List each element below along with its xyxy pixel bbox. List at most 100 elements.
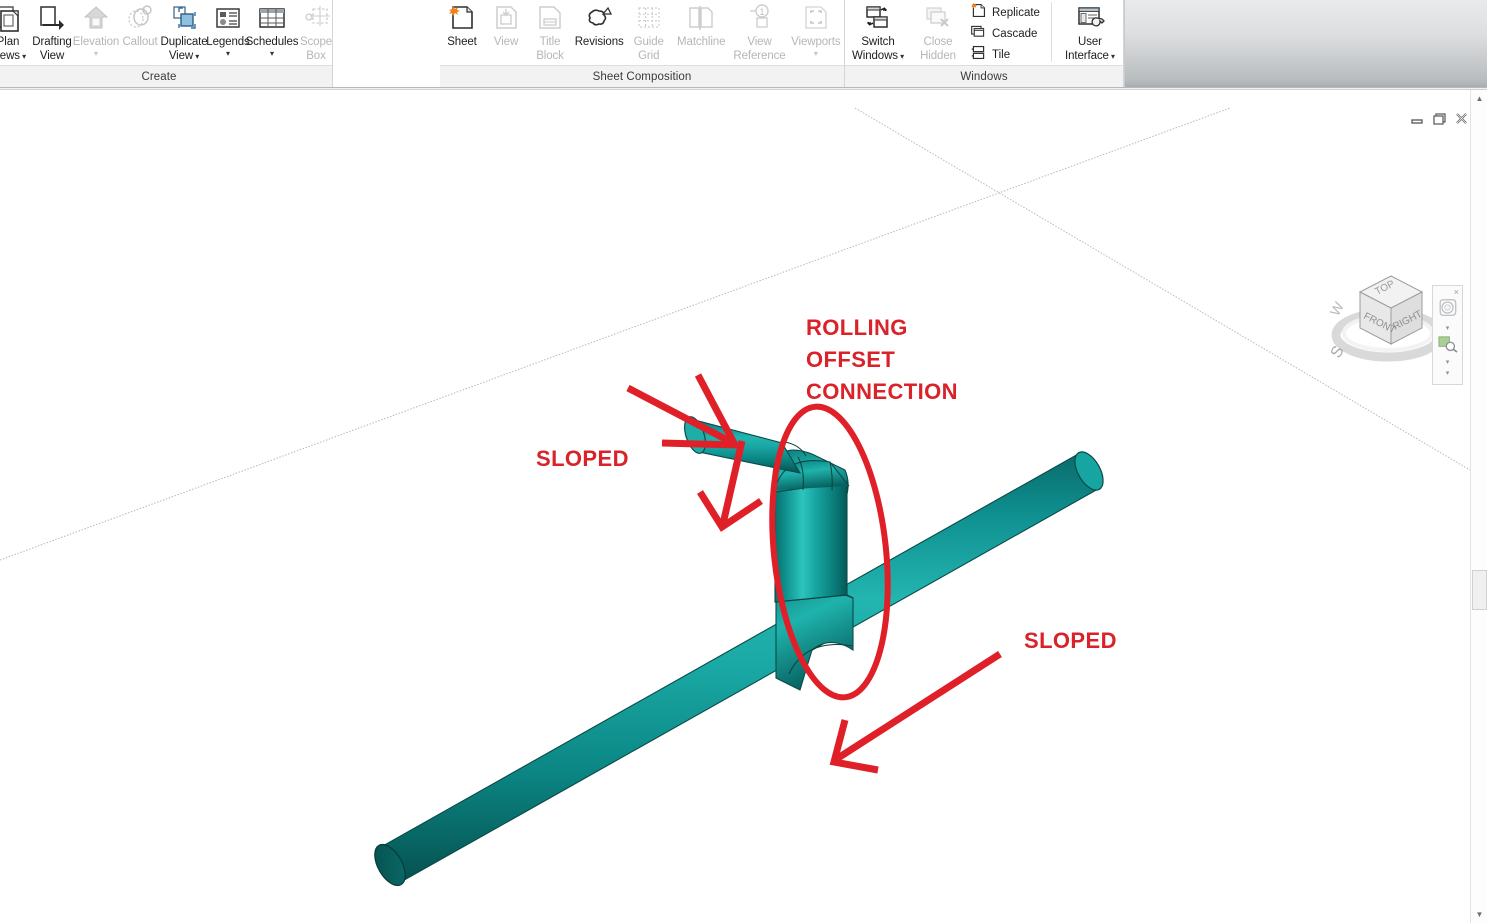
ribbon-button-revisions[interactable]: Revisions [572, 0, 626, 50]
ribbon-button-label: Scope Box [299, 36, 333, 62]
ribbon-panel-sheet-composition: Sheet View Title Block Revisions Guide G… [440, 0, 845, 87]
scrollbar-up-arrow[interactable]: ▲ [1471, 90, 1487, 107]
minimize-view-button[interactable] [1410, 112, 1425, 126]
ribbon-button-label: Callout [122, 36, 158, 48]
ribbon-button-elevation[interactable]: Elevation ▾ [72, 0, 120, 57]
ribbon-button-plan-views[interactable]: Plan Views ▾ [0, 0, 30, 63]
ribbon-button-label: Revisions [574, 36, 624, 48]
ribbon-button-view[interactable]: View [484, 0, 528, 50]
chevron-down-icon[interactable]: ▾ [20, 52, 26, 61]
sheet-icon [447, 2, 477, 36]
navigation-bar: × ▾ ▾ ▾ [1432, 285, 1463, 385]
cascade-icon [970, 23, 987, 45]
viewports-icon [801, 2, 831, 36]
revit-application-window: Plan Views ▾ Drafting View [0, 0, 1487, 923]
svg-text:1: 1 [759, 7, 764, 17]
user-interface-icon [1075, 2, 1105, 36]
ribbon-button-title-block[interactable]: Title Block [528, 0, 572, 63]
matchline-icon [686, 2, 716, 36]
ribbon-button-label: Cascade [992, 27, 1038, 40]
ribbon-button-label: View [493, 36, 519, 48]
ribbon-button-drafting-view[interactable]: Drafting View [30, 0, 74, 63]
steering-wheel-button[interactable] [1436, 297, 1459, 324]
chevron-down-icon[interactable]: ▾ [1109, 52, 1115, 61]
legends-icon [213, 2, 243, 36]
ribbon-button-label: Duplicate View [160, 36, 208, 62]
ribbon-button-guide-grid[interactable]: Guide Grid [626, 0, 671, 63]
annotation-sloped-right: SLOPED [1024, 628, 1117, 653]
annotation-arrow-sloped-right [829, 651, 1002, 774]
close-hidden-icon [923, 2, 953, 36]
replicate-icon [970, 2, 987, 24]
chevron-down-icon[interactable]: ▾ [193, 52, 199, 61]
ribbon-button-label: Title Block [536, 36, 564, 62]
chevron-down-icon[interactable]: ▾ [226, 49, 230, 57]
reference-plane-lines [0, 107, 1487, 561]
ribbon-button-viewports[interactable]: Viewports ▾ [788, 0, 844, 57]
view-vertical-scrollbar[interactable]: ▲ ▼ [1470, 90, 1487, 923]
ribbon-button-label: Matchline [677, 36, 726, 48]
switch-windows-icon [863, 2, 893, 36]
navbar-more[interactable]: ▾ [1446, 370, 1450, 378]
ribbon-button-label: Legends [206, 36, 250, 48]
ribbon-button-label: Drafting View [32, 36, 72, 62]
ribbon-button-label: Elevation [72, 36, 120, 48]
chevron-down-icon[interactable]: ▾ [270, 49, 274, 57]
ribbon-button-label: Viewports [791, 36, 841, 48]
chevron-down-icon[interactable]: ▾ [814, 49, 818, 57]
ribbon-button-view-reference[interactable]: 1 View Reference [731, 0, 787, 63]
view-icon [491, 2, 521, 36]
scope-box-icon [301, 2, 331, 36]
ribbon-button-label: Sheet [447, 36, 477, 48]
ribbon-button-matchline[interactable]: Matchline [671, 0, 731, 50]
ribbon: Plan Views ▾ Drafting View [0, 0, 1487, 90]
annotation-sloped-left: SLOPED [536, 446, 629, 471]
chevron-down-icon[interactable]: ▾ [94, 49, 98, 57]
ribbon-button-schedules[interactable]: Schedules ▾ [246, 0, 299, 57]
drafting-view-icon [37, 2, 67, 36]
revisions-icon [584, 2, 614, 36]
ribbon-button-label: Plan Views [0, 36, 20, 62]
ribbon-panel-windows: Switch Windows ▾ Close Hidden Replicate … [845, 0, 1124, 87]
schedules-icon [257, 2, 287, 36]
ribbon-button-label: Replicate [992, 6, 1040, 19]
ribbon-button-scope-box[interactable]: Scope Box [294, 0, 338, 63]
steering-wheel-dropdown[interactable]: ▾ [1446, 325, 1450, 333]
view-window-controls [1410, 112, 1469, 126]
ribbon-button-close-hidden[interactable]: Close Hidden [911, 0, 965, 63]
ribbon-button-cascade[interactable]: Cascade [967, 23, 1043, 44]
zoom-dropdown[interactable]: ▾ [1446, 359, 1450, 367]
ribbon-button-label: Tile [992, 48, 1011, 61]
callout-icon [125, 2, 155, 36]
ribbon-button-switch-windows[interactable]: Switch Windows ▾ [845, 0, 911, 63]
3d-view-canvas[interactable]: ROLLING OFFSET CONNECTION SLOPED SLOPED … [0, 90, 1487, 923]
ribbon-button-label: View Reference [733, 36, 786, 62]
ribbon-button-replicate[interactable]: Replicate [967, 2, 1043, 23]
navbar-close-button[interactable]: × [1454, 288, 1459, 297]
ribbon-button-label: User Interface [1065, 36, 1109, 62]
model-and-annotation-layer [0, 107, 1487, 887]
ribbon-button-label: Schedules [245, 36, 299, 48]
scrollbar-thumb[interactable] [1472, 570, 1487, 610]
ribbon-panel-create: Plan Views ▾ Drafting View [0, 0, 333, 87]
zoom-region-button[interactable] [1437, 334, 1458, 358]
annotation-arrow-sloped-left-upper [626, 373, 741, 449]
ribbon-button-sheet[interactable]: Sheet [440, 0, 484, 50]
plan-views-icon [0, 2, 23, 36]
ribbon-button-duplicate-view[interactable]: Duplicate View ▾ [160, 0, 208, 63]
ribbon-button-callout[interactable]: Callout [118, 0, 162, 50]
ribbon-panel-label-create: Create [0, 65, 332, 87]
ribbon-button-user-interface[interactable]: User Interface ▾ [1058, 0, 1122, 63]
close-view-button[interactable] [1454, 112, 1469, 126]
ribbon-button-label: Close Hidden [920, 36, 956, 62]
panel-separator [1050, 2, 1052, 62]
chevron-down-icon[interactable]: ▾ [898, 52, 904, 61]
scrollbar-down-arrow[interactable]: ▼ [1471, 906, 1487, 923]
ribbon-panel-label-sheet-composition: Sheet Composition [440, 65, 844, 87]
view-cube-west: W [1327, 299, 1348, 319]
title-block-icon [535, 2, 565, 36]
restore-view-button[interactable] [1432, 112, 1447, 126]
ribbon-empty-area [1124, 0, 1487, 87]
ribbon-button-tile[interactable]: Tile [967, 44, 1043, 65]
ribbon-button-legends[interactable]: Legends ▾ [206, 0, 250, 57]
